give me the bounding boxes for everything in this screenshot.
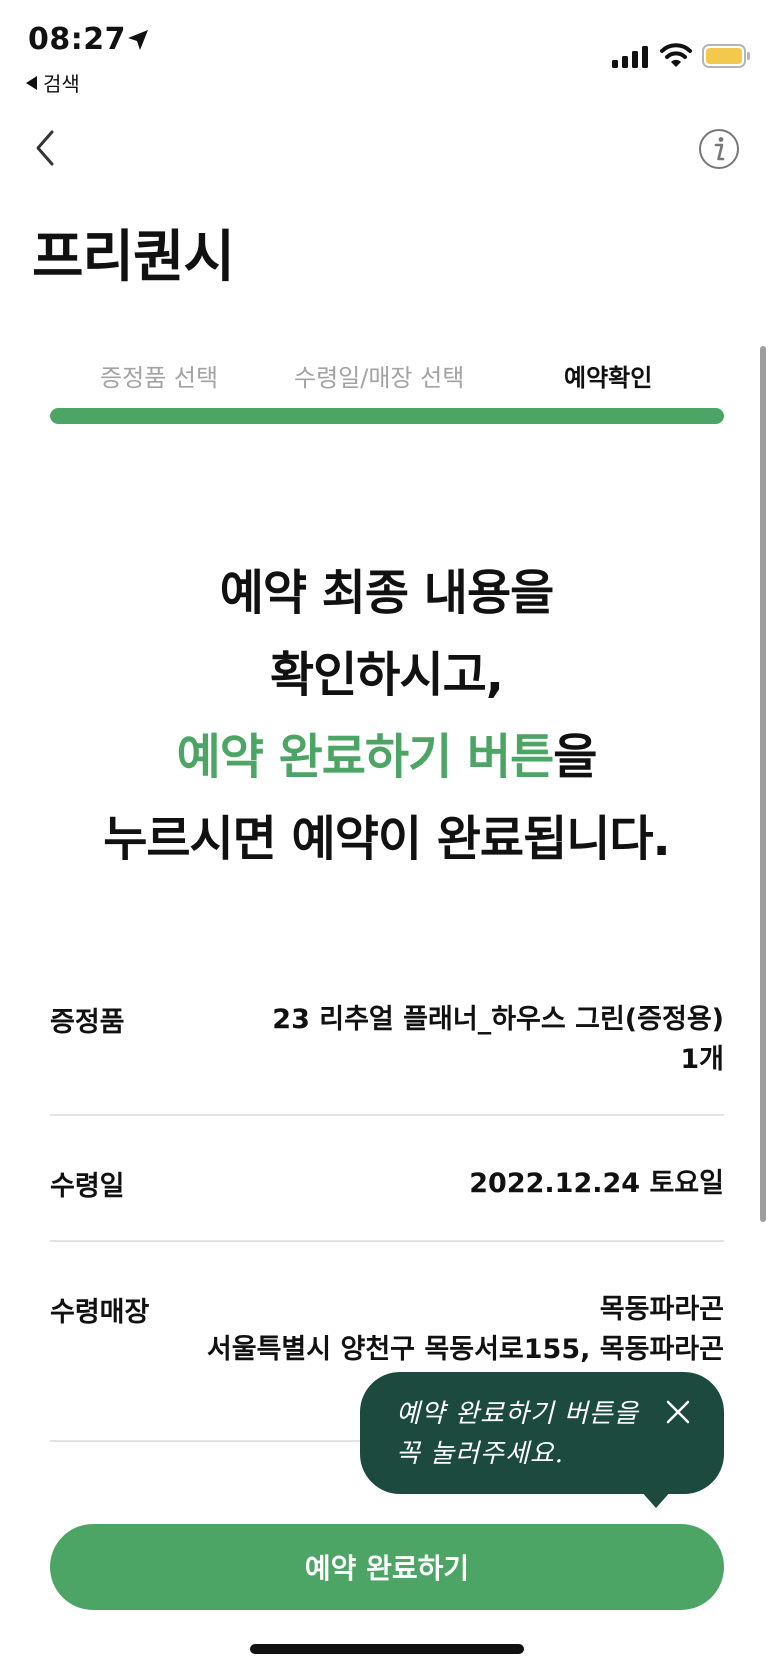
step-date-store-select: 수령일/매장 선택 [294, 364, 465, 392]
headline-line-1: 예약 최종 내용을 [219, 565, 555, 621]
detail-row-gift: 증정품 23 리추얼 플래너_하우스 그린(증정용) 1개 [50, 1000, 724, 1080]
back-chevron-icon[interactable] [30, 128, 60, 168]
home-indicator [250, 1644, 524, 1654]
divider [50, 1240, 724, 1242]
tooltip-pointer [640, 1490, 672, 1508]
headline-line-4: 누르시면 예약이 완료됩니다. [103, 811, 671, 867]
headline-line-3: 예약 완료하기 버튼을 [0, 716, 773, 798]
divider [50, 1114, 724, 1116]
step-progress-fill [50, 408, 724, 424]
store-name: 목동파라곤 [599, 1294, 724, 1325]
gift-label: 증정품 [50, 1007, 125, 1038]
back-app-label: 검색 [43, 72, 80, 96]
step-reservation-confirm: 예약확인 [564, 364, 653, 392]
step-progress-bar [50, 408, 724, 424]
status-time: 08:27 [28, 22, 126, 57]
back-to-search-link[interactable]: 검색 [26, 68, 80, 97]
back-triangle-icon [26, 75, 37, 90]
headline-line-2: 확인하시고, [269, 647, 504, 703]
pickup-date-label: 수령일 [50, 1171, 125, 1202]
step-gift-select: 증정품 선택 [100, 364, 219, 392]
headline-line-3-rest: 을 [553, 729, 597, 785]
gift-quantity: 1개 [680, 1044, 724, 1075]
status-bar: 08:27 검색 [0, 0, 773, 110]
battery-icon [702, 44, 750, 68]
headline-highlight: 예약 완료하기 버튼 [176, 729, 555, 785]
location-arrow-icon [128, 30, 148, 50]
reminder-tooltip: 예약 완료하기 버튼을 꼭 눌러주세요. [360, 1372, 724, 1494]
page-title: 프리퀀시 [32, 225, 235, 290]
tooltip-line-2: 꼭 눌러주세요. [396, 1439, 565, 1469]
wifi-icon [660, 43, 692, 67]
detail-row-pickup-store: 수령매장 목동파라곤 서울특별시 양천구 목동서로155, 목동파라곤 [50, 1290, 724, 1370]
pickup-date-value: 2022.12.24 토요일 [469, 1168, 724, 1199]
confirmation-headline: 예약 최종 내용을 확인하시고, 예약 완료하기 버튼을 누르시면 예약이 완료… [0, 552, 773, 880]
pickup-store-label: 수령매장 [50, 1297, 150, 1328]
pickup-store-value: 목동파라곤 서울특별시 양천구 목동서로155, 목동파라곤 [207, 1290, 724, 1370]
tooltip-line-1: 예약 완료하기 버튼을 [396, 1399, 639, 1429]
close-icon[interactable] [662, 1396, 694, 1428]
detail-row-pickup-date: 수령일 2022.12.24 토요일 [50, 1164, 724, 1214]
gift-value: 23 리추얼 플래너_하우스 그린(증정용) 1개 [272, 1000, 724, 1080]
gift-name: 23 리추얼 플래너_하우스 그린(증정용) [272, 1004, 724, 1035]
cellular-signal-icon [612, 46, 648, 68]
tooltip-text: 예약 완료하기 버튼을 꼭 눌러주세요. [396, 1394, 639, 1474]
store-address: 서울특별시 양천구 목동서로155, 목동파라곤 [206, 1334, 724, 1365]
complete-reservation-button[interactable]: 예약 완료하기 [50, 1524, 724, 1610]
info-icon[interactable] [698, 128, 740, 170]
